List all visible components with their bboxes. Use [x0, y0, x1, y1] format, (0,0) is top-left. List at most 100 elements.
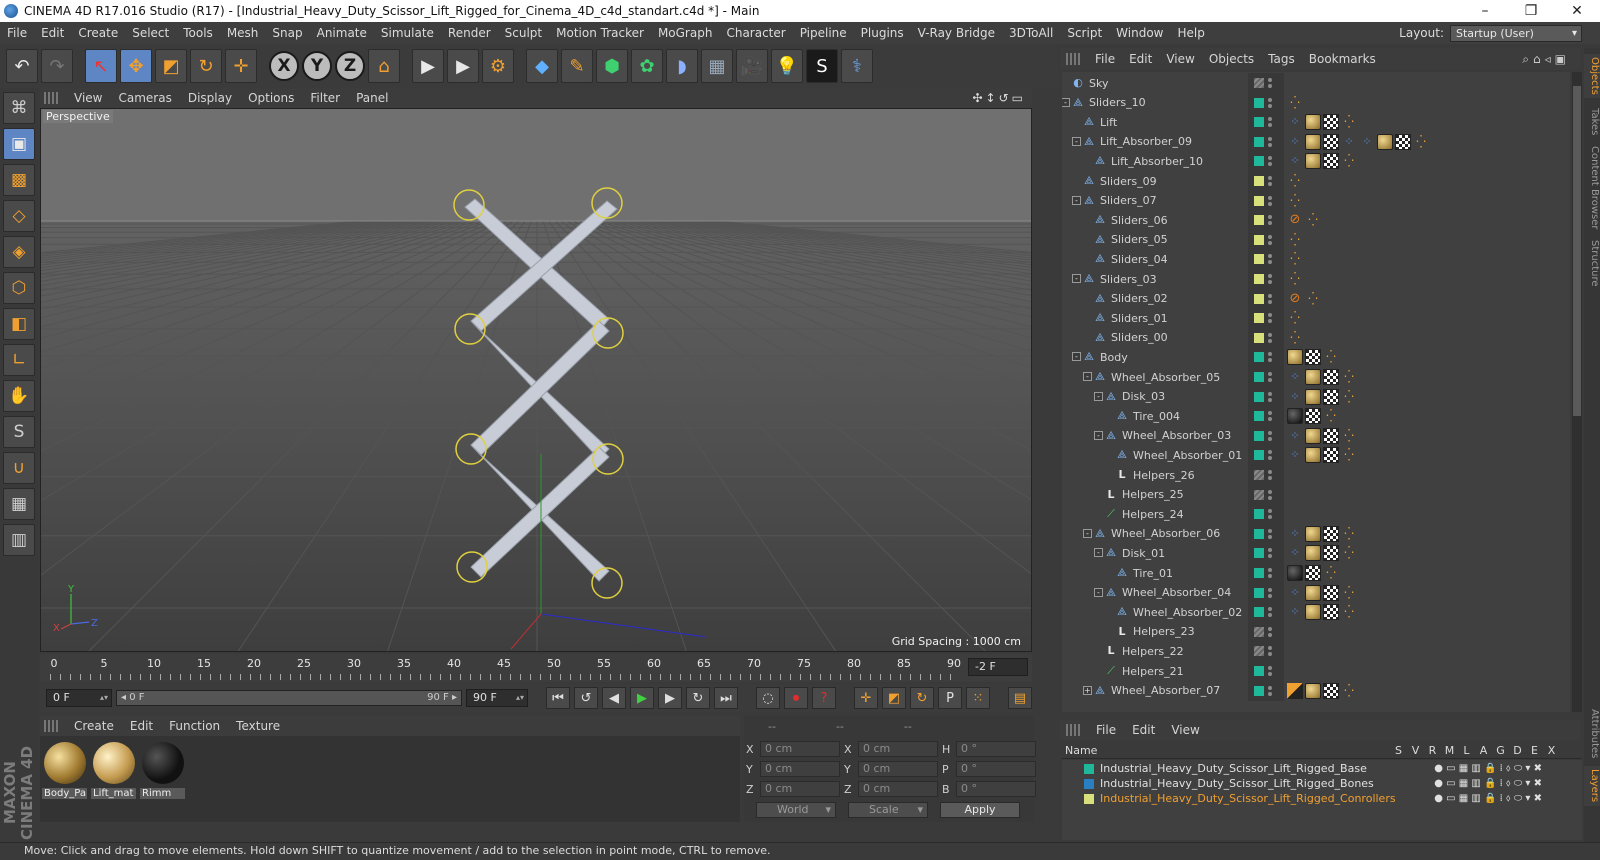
- layer-color-swatch[interactable]: [1254, 78, 1264, 88]
- editor-render-visibility-dots[interactable]: [1268, 273, 1272, 285]
- texture-tag-icon[interactable]: [1305, 565, 1321, 581]
- object-row[interactable]: ⟁ Sliders_04 ⁛: [1062, 249, 1570, 270]
- collapse-toggle-icon[interactable]: -: [1072, 352, 1081, 362]
- layer-color-swatch[interactable]: [1254, 274, 1264, 284]
- editor-render-visibility-dots[interactable]: [1268, 469, 1272, 481]
- object-row[interactable]: ⟋ Helpers_24: [1062, 504, 1570, 525]
- object-row[interactable]: - ⟁ Sliders_03 ⁛: [1062, 269, 1570, 289]
- protection-tag-icon[interactable]: ⁛: [1305, 291, 1321, 307]
- layer-color-swatch[interactable]: [1254, 626, 1264, 637]
- object-row[interactable]: ⟁ Lift_Absorber_10 ⁘ ⁛: [1062, 151, 1570, 172]
- material-menu-create[interactable]: Create: [66, 719, 122, 733]
- protection-tag-icon[interactable]: ⁛: [1341, 585, 1357, 601]
- texture-tag-icon[interactable]: [1395, 133, 1411, 150]
- object-name-cell[interactable]: ⟁ Wheel_Absorber_01: [1062, 445, 1252, 465]
- editor-render-visibility-dots[interactable]: [1268, 234, 1272, 246]
- object-row[interactable]: ⟁ Sliders_06 ⊘ ⁛: [1062, 210, 1570, 231]
- scrollbar-thumb[interactable]: [1573, 86, 1581, 416]
- menu-window[interactable]: Window: [1109, 26, 1170, 40]
- layer-color-swatch[interactable]: [1254, 332, 1264, 343]
- editor-render-visibility-dots[interactable]: [1268, 626, 1272, 638]
- render-picture-viewer-icon[interactable]: ▶: [447, 49, 479, 83]
- material-tag-icon[interactable]: [1305, 369, 1321, 385]
- next-frame-icon[interactable]: ▶: [658, 687, 682, 709]
- menu-create[interactable]: Create: [71, 26, 125, 40]
- viewport-menu-view[interactable]: View: [66, 91, 110, 105]
- om-search-home-icons[interactable]: ⌕⌂◃▣: [1522, 52, 1570, 67]
- layer-flag-icons[interactable]: ● ▭ ▦ ▥ 🔒 ⁞ ⬨ ⬭ ▾ ✖: [1434, 763, 1542, 774]
- object-row[interactable]: ⟁ Wheel_Absorber_02 ⁘ ⁛: [1062, 602, 1570, 623]
- material-tag-icon[interactable]: [1305, 525, 1321, 542]
- axis-mode-icon[interactable]: ∟: [3, 344, 35, 376]
- layer-color-swatch[interactable]: [1254, 450, 1264, 461]
- layer-name[interactable]: Industrial_Heavy_Duty_Scissor_Lift_Rigge…: [1100, 792, 1400, 805]
- object-row[interactable]: - ⟁ Body ⁛: [1062, 347, 1570, 368]
- material-tag-icon[interactable]: [1305, 604, 1321, 621]
- object-name-cell[interactable]: ⟋ Helpers_24: [1062, 504, 1252, 524]
- mograph-cloner-icon[interactable]: ✿: [631, 49, 663, 83]
- object-row[interactable]: - ⟁ Wheel_Absorber_04 ⁘ ⁛: [1062, 582, 1570, 603]
- transform-tool-icon[interactable]: ✛: [225, 49, 257, 83]
- material-lift[interactable]: Lift_mat: [91, 742, 136, 816]
- protection-tag-icon[interactable]: ⁛: [1287, 251, 1303, 267]
- protection-tag-icon[interactable]: ⁛: [1341, 545, 1357, 561]
- menu-tools[interactable]: Tools: [176, 26, 220, 40]
- editor-render-visibility-dots[interactable]: [1268, 293, 1272, 305]
- editor-render-visibility-dots[interactable]: [1268, 97, 1272, 109]
- column-expressions[interactable]: E: [1526, 744, 1543, 757]
- protection-tag-icon[interactable]: ⁛: [1341, 389, 1357, 405]
- column-locked[interactable]: L: [1458, 744, 1475, 757]
- object-row[interactable]: ⟋ Helpers_21: [1062, 661, 1570, 681]
- workplane-lock-icon[interactable]: ▦: [3, 488, 35, 520]
- xpresso-tag-icon[interactable]: [1287, 682, 1303, 699]
- om-menu-tags[interactable]: Tags: [1261, 52, 1302, 66]
- start-frame-field[interactable]: 0 F ▴▾: [46, 689, 112, 707]
- object-row[interactable]: - ⟁ Sliders_07 ⁛: [1062, 190, 1570, 211]
- layer-color-swatch[interactable]: [1254, 215, 1264, 226]
- x-axis-lock-icon[interactable]: X: [269, 51, 299, 81]
- viewport-menu-display[interactable]: Display: [180, 91, 240, 105]
- material-tag-icon[interactable]: [1377, 133, 1393, 150]
- motion-record-icon[interactable]: ◌: [756, 687, 780, 709]
- collapse-toggle-icon[interactable]: -: [1062, 97, 1070, 107]
- key-point-level-icon[interactable]: ⁙: [966, 687, 990, 709]
- ik-tag-icon[interactable]: ⁘: [1287, 153, 1303, 169]
- object-name-cell[interactable]: - ⟁ Sliders_07: [1062, 191, 1252, 211]
- ik-tag-icon[interactable]: ⁘: [1287, 526, 1303, 542]
- texture-tag-icon[interactable]: [1323, 584, 1339, 601]
- editor-render-visibility-dots[interactable]: [1268, 567, 1272, 579]
- protection-tag-icon[interactable]: ⁛: [1287, 271, 1303, 287]
- protection-tag-icon[interactable]: ⁛: [1341, 447, 1357, 463]
- texture-tag-icon[interactable]: [1323, 133, 1339, 150]
- lm-menu-edit[interactable]: Edit: [1124, 723, 1163, 737]
- viewport-menu-filter[interactable]: Filter: [302, 91, 348, 105]
- viewport-menu-options[interactable]: Options: [240, 91, 302, 105]
- om-menu-objects[interactable]: Objects: [1202, 52, 1261, 66]
- object-row[interactable]: ⟁ Sliders_09 ⁛: [1062, 171, 1570, 191]
- size-y-field[interactable]: 0 cm: [858, 761, 938, 777]
- column-render[interactable]: R: [1424, 744, 1441, 757]
- editor-render-visibility-dots[interactable]: [1268, 449, 1272, 461]
- record-keys-icon[interactable]: ⏺: [784, 687, 808, 709]
- object-row[interactable]: L Helpers_22: [1062, 641, 1570, 662]
- object-name-cell[interactable]: - ⟁ Disk_01: [1062, 543, 1252, 563]
- material-tag-icon[interactable]: [1305, 114, 1321, 131]
- collapse-toggle-icon[interactable]: -: [1094, 430, 1103, 440]
- editor-render-visibility-dots[interactable]: [1268, 214, 1272, 226]
- object-name-cell[interactable]: + ⟁ Wheel_Absorber_07: [1062, 681, 1252, 701]
- material-menu-function[interactable]: Function: [161, 719, 228, 733]
- size-x-field[interactable]: 0 cm: [858, 741, 938, 757]
- column-manager[interactable]: M: [1441, 744, 1458, 757]
- tab-objects[interactable]: Objects: [1584, 54, 1600, 98]
- layer-color-swatch[interactable]: [1254, 568, 1264, 578]
- maximize-button[interactable]: ❐: [1508, 3, 1554, 19]
- texture-tag-icon[interactable]: [1305, 349, 1321, 366]
- editor-render-visibility-dots[interactable]: [1268, 195, 1272, 207]
- protection-tag-icon[interactable]: ⁛: [1341, 604, 1357, 620]
- texture-tag-icon[interactable]: [1323, 388, 1339, 405]
- texture-tag-icon[interactable]: [1323, 153, 1339, 170]
- editor-render-visibility-dots[interactable]: [1268, 665, 1272, 677]
- timeline-window-icon[interactable]: ▤: [1008, 687, 1032, 709]
- tab-layers[interactable]: Layers: [1584, 766, 1600, 806]
- viewport-navigation-icons[interactable]: ✣↕↺▭: [972, 91, 1026, 105]
